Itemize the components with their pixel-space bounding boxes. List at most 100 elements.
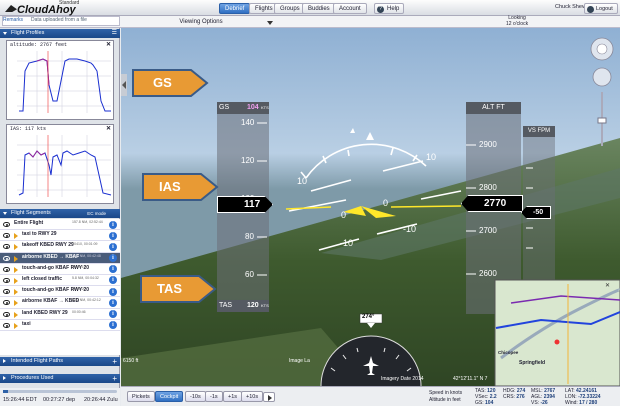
step-back-1s-button[interactable]: -1s: [205, 391, 223, 402]
speed-units-note: Speed in knots: [429, 390, 463, 396]
gs-readout: GS 104 KTS: [217, 102, 269, 114]
remarks-label: Remarks: [3, 17, 24, 23]
info-icon[interactable]: i: [109, 242, 117, 251]
segment-row[interactable]: taxi i: [0, 320, 120, 331]
eye-icon[interactable]: [3, 277, 10, 283]
zoom-slider[interactable]: [597, 92, 607, 148]
flight-segments-header[interactable]: Flight Segments EC mode: [0, 209, 120, 218]
altitude-graph[interactable]: altitude: 2767 feet ✕: [6, 40, 114, 120]
cockpit-3d-view[interactable]: GS IAS TAS GS 104 KTS 140 120 100 80 60 …: [121, 28, 620, 386]
timeline-progress: [3, 390, 8, 393]
speed-tick: 140: [241, 118, 255, 127]
flight-profiles-header[interactable]: Flight Profiles ☰: [0, 29, 120, 38]
tab-groups[interactable]: Groups: [274, 3, 306, 14]
bottom-control-bar: Pickets Cockpit -10s -1s +1s +10s Speed …: [121, 386, 620, 406]
add-icon[interactable]: +: [112, 357, 117, 366]
menu-icon[interactable]: ☰: [112, 29, 117, 38]
info-icon[interactable]: i: [109, 231, 117, 240]
flight-profiles-title: Flight Profiles: [11, 30, 45, 36]
segment-row[interactable]: touch-and-go KBAF RWY 20 00:00:20 i: [0, 286, 120, 298]
alt-label: ALT FT: [466, 102, 521, 114]
play-arrow-icon[interactable]: [14, 322, 18, 329]
step-fwd-10s-button[interactable]: +10s: [241, 391, 264, 402]
info-icon[interactable]: i: [109, 287, 117, 296]
play-arrow-icon[interactable]: [14, 311, 18, 318]
eye-icon[interactable]: [3, 300, 10, 306]
readout-key: GS:: [475, 400, 484, 406]
ias-callout: IAS: [141, 172, 219, 202]
info-icon[interactable]: i: [109, 254, 117, 263]
info-icon[interactable]: i: [109, 265, 117, 274]
pickets-button[interactable]: Pickets: [127, 391, 155, 402]
segment-row[interactable]: touch-and-go KBAF RWY 20 00:00:19 i: [0, 264, 120, 275]
readout-value: 276: [516, 394, 525, 400]
flight-segments-title: Flight Segments: [11, 210, 51, 216]
eye-icon[interactable]: [3, 266, 10, 272]
altitude-plot: [17, 51, 111, 113]
play-arrow-icon[interactable]: [14, 255, 18, 262]
image-credit: Image La: [289, 358, 310, 364]
step-back-10s-button[interactable]: -10s: [185, 391, 206, 402]
segment-meta: 00:00:20: [72, 287, 86, 292]
help-button[interactable]: ? Help: [374, 3, 405, 14]
segment-name: land KBED RWY 29: [22, 309, 68, 316]
looking-direction: Looking 12 o'clock: [506, 15, 528, 27]
step-fwd-1s-button[interactable]: +1s: [223, 391, 243, 402]
info-icon[interactable]: i: [109, 321, 117, 330]
play-arrow-icon[interactable]: [14, 277, 18, 284]
time-zulu: 20:26:44 Zulu: [84, 397, 118, 403]
gs-unit: KTS: [261, 105, 269, 110]
readout-key: Wind:: [565, 400, 578, 406]
eye-icon[interactable]: [3, 311, 10, 317]
tas-readout: TAS 120 KTS: [217, 300, 269, 312]
segment-row-selected[interactable]: airborne KBED → KBAF 78.5 NM, 00:42:48 i: [0, 252, 120, 264]
logout-label: Logout: [596, 6, 613, 12]
procedures-used-header[interactable]: Procedures Used +: [0, 374, 120, 383]
remarks-field[interactable]: Remarks Data uploaded from a file: [2, 16, 120, 26]
add-icon[interactable]: +: [112, 374, 117, 383]
segment-row[interactable]: taxi to RWY 29 i: [0, 230, 120, 242]
play-arrow-icon[interactable]: [14, 266, 18, 273]
tab-buddies[interactable]: Buddies: [302, 3, 336, 14]
play-arrow-icon[interactable]: [14, 244, 18, 251]
eye-icon[interactable]: [3, 233, 10, 239]
cockpit-button[interactable]: Cockpit: [155, 391, 184, 402]
segment-row[interactable]: takeoff KBED RWY 29 T0410, 00:01:09 i: [0, 241, 120, 253]
info-icon[interactable]: i: [109, 220, 117, 229]
viewing-options-dropdown[interactable]: Viewing Options: [127, 17, 275, 27]
play-arrow-icon[interactable]: [14, 289, 18, 296]
play-arrow-icon[interactable]: [14, 233, 18, 240]
alt-tick: 2700: [479, 226, 497, 235]
play-button[interactable]: [263, 392, 275, 402]
eye-icon[interactable]: [3, 255, 10, 261]
tas-value: 120: [247, 302, 259, 309]
play-arrow-icon[interactable]: [14, 300, 18, 307]
tab-account[interactable]: Account: [333, 3, 367, 14]
mini-map[interactable]: [495, 280, 620, 386]
cloudahoy-logo[interactable]: CloudAhoy Standard: [3, 0, 123, 16]
segment-row[interactable]: land KBED RWY 29 00:00:46 i: [0, 309, 120, 320]
pitch-zero-label: 0: [383, 198, 389, 208]
look-control[interactable]: [593, 68, 611, 86]
timeline-slider[interactable]: [3, 390, 117, 393]
eye-icon[interactable]: [3, 322, 10, 328]
segment-name: airborne KBAF → KBED: [22, 298, 80, 305]
eye-icon[interactable]: [3, 289, 10, 295]
info-icon[interactable]: i: [109, 298, 117, 307]
info-icon[interactable]: i: [109, 276, 117, 285]
segment-row[interactable]: airborne KBAF → KBED 80.2 NM, 00:42:12 i: [0, 297, 120, 309]
coordinates: 42°12'11.1" N 7: [453, 376, 488, 382]
eye-icon[interactable]: [3, 244, 10, 250]
segment-row[interactable]: left closed traffic 5.8 NM, 00:04:32 i: [0, 275, 120, 287]
speed-tick: 120: [241, 156, 255, 165]
eye-icon[interactable]: [3, 222, 10, 227]
pan-control[interactable]: [591, 38, 613, 60]
ias-graph[interactable]: IAS: 117 kts ✕: [6, 124, 114, 204]
segment-row[interactable]: Entire Flight 157.8 NM, 02:52:44 i: [0, 219, 120, 231]
ec-mode-toggle[interactable]: EC mode: [87, 209, 106, 218]
user-name[interactable]: Chuck Shevit: [555, 4, 587, 10]
info-icon[interactable]: i: [109, 310, 117, 318]
tab-debrief[interactable]: Debrief: [219, 3, 251, 14]
intended-flight-paths-header[interactable]: Intended Flight Paths +: [0, 357, 120, 366]
logout-button[interactable]: Logout: [584, 3, 618, 14]
